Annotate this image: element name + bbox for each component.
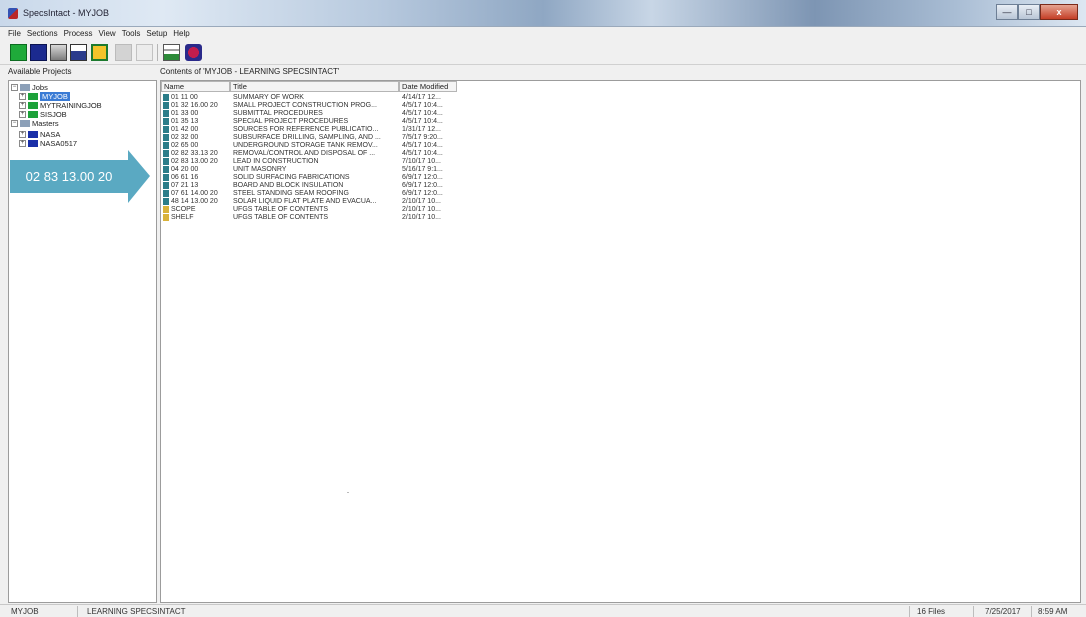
folder-icon — [20, 120, 30, 127]
close-button[interactable]: x — [1040, 4, 1078, 20]
tree-node-nasa[interactable]: + NASA — [19, 130, 60, 139]
status-date: 7/25/2017 — [982, 606, 1032, 617]
status-job: MYJOB — [8, 606, 78, 617]
window-controls: — □ x — [996, 4, 1078, 20]
document-icon — [163, 126, 169, 133]
folder-icon — [28, 131, 38, 138]
folder-icon — [28, 140, 38, 147]
document-icon — [163, 150, 169, 157]
menu-tools[interactable]: Tools — [122, 27, 141, 41]
document-icon — [163, 142, 169, 149]
tree-node-label: MYTRAININGJOB — [40, 101, 102, 110]
tree-node-masters[interactable]: − Masters — [11, 119, 59, 128]
callout-text: 02 83 13.00 20 — [25, 169, 113, 184]
tree-node-nasa0517[interactable]: + NASA0517 — [19, 139, 77, 148]
column-header-title[interactable]: Title — [230, 81, 399, 92]
menu-sections[interactable]: Sections — [27, 27, 58, 41]
specsintact-app-icon — [8, 8, 18, 19]
book-icon[interactable] — [185, 44, 202, 61]
file-list[interactable]: Name Title Date Modified 01 11 00 SUMMARY… — [160, 80, 1081, 603]
expand-icon[interactable]: + — [19, 93, 26, 100]
maximize-button[interactable]: □ — [1018, 4, 1040, 20]
menu-help[interactable]: Help — [173, 27, 189, 41]
status-file-count: 16 Files — [914, 606, 974, 617]
document-icon — [163, 94, 169, 101]
tree-node-myjob[interactable]: + MYJOB — [19, 92, 70, 101]
title-bar: SpecsIntact - MYJOB — □ x — [0, 0, 1086, 27]
menu-view[interactable]: View — [98, 27, 115, 41]
column-header-date[interactable]: Date Modified — [399, 81, 457, 92]
column-header-name[interactable]: Name — [161, 81, 230, 92]
tree-node-label: NASA — [40, 130, 61, 139]
document-icon — [163, 158, 169, 165]
speck — [347, 492, 349, 493]
new-job-icon[interactable] — [10, 44, 27, 61]
expand-icon[interactable]: + — [19, 140, 26, 147]
tree-node-label: MYJOB — [40, 92, 70, 101]
tree-node-label: NASA0517 — [40, 139, 78, 148]
window-title: SpecsIntact - MYJOB — [23, 8, 110, 18]
file-date-modified: 2/10/17 10... — [402, 214, 441, 221]
tree-node-label: SISJOB — [40, 110, 67, 119]
tree-node-label: Jobs — [32, 83, 48, 92]
print-icon[interactable] — [50, 44, 67, 61]
file-row[interactable]: SHELF UFGS TABLE OF CONTENTS 2/10/17 10... — [161, 213, 461, 222]
menu-setup[interactable]: Setup — [146, 27, 167, 41]
folder-icon — [28, 102, 38, 109]
column-headers: Name Title Date Modified — [161, 81, 461, 92]
document-icon — [163, 110, 169, 117]
file-title: UFGS TABLE OF CONTENTS — [233, 214, 329, 221]
collapse-icon[interactable]: − — [11, 84, 18, 91]
menu-bar: File Sections Process View Tools Setup H… — [0, 27, 1086, 41]
disabled-icon — [115, 44, 132, 61]
minimize-button[interactable]: — — [996, 4, 1018, 20]
toolbar — [0, 41, 1086, 65]
file-name: SHELF — [171, 214, 194, 221]
open-folder-icon[interactable] — [30, 44, 47, 61]
callout-arrow-head — [128, 150, 150, 203]
tree-node-sisjob[interactable]: + SISJOB — [19, 110, 67, 119]
disabled-doc-icon — [136, 44, 153, 61]
folder-icon — [28, 111, 38, 118]
folder-icon — [20, 84, 30, 91]
tree-node-jobs[interactable]: − Jobs — [11, 83, 48, 92]
callout-arrow: 02 83 13.00 20 — [10, 150, 150, 203]
document-icon — [163, 174, 169, 181]
document-icon — [163, 214, 169, 221]
expand-icon[interactable]: + — [19, 131, 26, 138]
collapse-icon[interactable]: − — [11, 120, 18, 127]
status-description: LEARNING SPECSINTACT — [84, 606, 910, 617]
menu-process[interactable]: Process — [64, 27, 93, 41]
status-time: 8:59 AM — [1038, 607, 1068, 616]
toolbar-separator — [157, 44, 158, 61]
expand-icon[interactable]: + — [19, 111, 26, 118]
document-icon — [163, 118, 169, 125]
document-icon — [163, 166, 169, 173]
project-folder-icon[interactable] — [91, 44, 108, 61]
folder-icon — [28, 93, 38, 100]
tree-view-icon[interactable] — [163, 44, 180, 61]
document-icon — [163, 198, 169, 205]
document-icon — [163, 190, 169, 197]
tree-node-mytrainingjob[interactable]: + MYTRAININGJOB — [19, 101, 102, 110]
available-projects-header: Available Projects — [8, 67, 72, 76]
expand-icon[interactable]: + — [19, 102, 26, 109]
tree-node-label: Masters — [32, 119, 59, 128]
status-bar: MYJOB LEARNING SPECSINTACT 16 Files 7/25… — [0, 604, 1086, 617]
document-icon — [163, 102, 169, 109]
menu-file[interactable]: File — [8, 27, 21, 41]
document-icon — [163, 134, 169, 141]
document-icon — [163, 206, 169, 213]
contents-header: Contents of 'MYJOB - LEARNING SPECSINTAC… — [160, 67, 340, 76]
properties-icon[interactable] — [70, 44, 87, 61]
document-icon — [163, 182, 169, 189]
